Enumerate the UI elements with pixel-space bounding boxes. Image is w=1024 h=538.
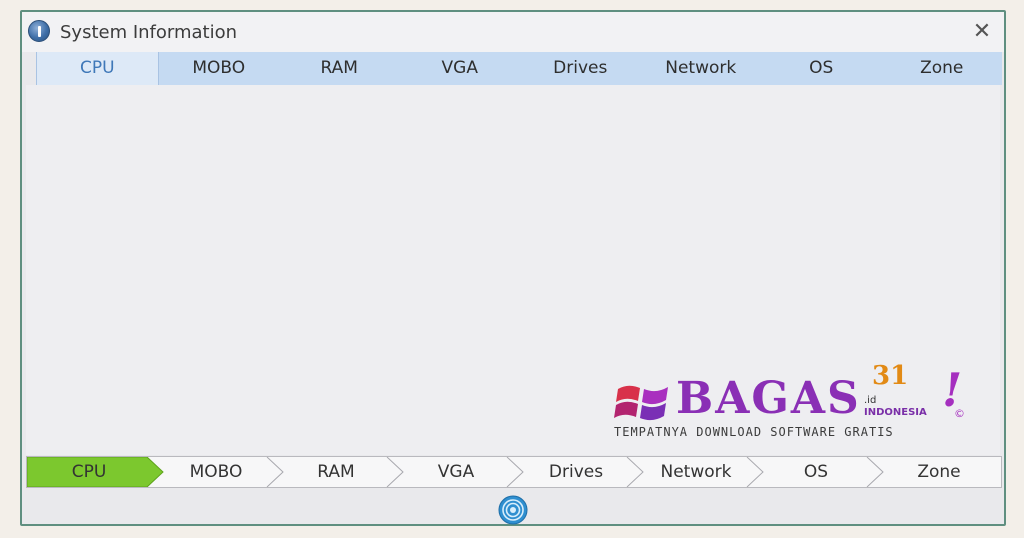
- title-bar[interactable]: System Information ✕: [22, 12, 1004, 52]
- window-title: System Information: [60, 22, 238, 43]
- step-network[interactable]: Network: [637, 457, 755, 487]
- watermark-number: 31: [872, 361, 909, 391]
- info-icon: [28, 20, 50, 42]
- tab-ram[interactable]: RAM: [279, 52, 400, 85]
- watermark: BAGAS 31 .id INDONESIA ! © TEMPATNYA DOW…: [614, 361, 974, 457]
- watermark-suffix: .id: [864, 395, 877, 406]
- tab-zone[interactable]: Zone: [882, 52, 1003, 85]
- close-button[interactable]: ✕: [970, 20, 994, 44]
- watermark-tagline: TEMPATNYA DOWNLOAD SOFTWARE GRATIS: [614, 425, 894, 439]
- tab-mobo[interactable]: MOBO: [159, 52, 280, 85]
- watermark-brand: BAGAS: [676, 373, 861, 424]
- step-vga[interactable]: VGA: [397, 457, 515, 487]
- step-navigation-bar: CPU MOBO RAM VGA Drives Network OS Zone: [26, 456, 1002, 488]
- step-os[interactable]: OS: [757, 457, 875, 487]
- tab-vga[interactable]: VGA: [400, 52, 521, 85]
- step-ram[interactable]: RAM: [277, 457, 395, 487]
- content-panel: BAGAS 31 .id INDONESIA ! © TEMPATNYA DOW…: [26, 85, 1000, 455]
- step-drives[interactable]: Drives: [517, 457, 635, 487]
- fingerprint-icon[interactable]: [498, 495, 528, 525]
- step-mobo[interactable]: MOBO: [157, 457, 275, 487]
- tab-bar: CPU MOBO RAM VGA Drives Network OS Zone: [36, 52, 1002, 85]
- watermark-country: INDONESIA: [864, 407, 927, 418]
- system-information-window: System Information ✕ CPU MOBO RAM VGA Dr…: [20, 10, 1006, 526]
- tab-os[interactable]: OS: [761, 52, 882, 85]
- windows-flag-logo-icon: [614, 385, 668, 421]
- step-zone[interactable]: Zone: [877, 457, 1001, 487]
- watermark-copyright: ©: [954, 407, 965, 420]
- step-cpu[interactable]: CPU: [27, 457, 151, 487]
- tab-drives[interactable]: Drives: [520, 52, 641, 85]
- tab-cpu[interactable]: CPU: [36, 52, 159, 85]
- tab-network[interactable]: Network: [641, 52, 762, 85]
